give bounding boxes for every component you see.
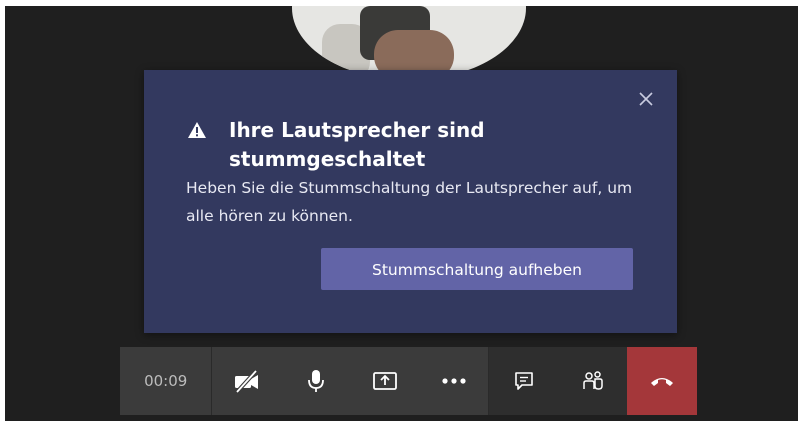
participants-button[interactable] xyxy=(558,347,627,415)
call-timer: 00:09 xyxy=(120,347,212,415)
participant-video xyxy=(292,6,526,80)
share-screen-icon xyxy=(371,369,399,393)
more-options-button[interactable] xyxy=(419,347,488,415)
dialog-title-line2: stummgeschaltet xyxy=(229,147,426,171)
hang-up-button[interactable] xyxy=(627,347,697,415)
side-controls xyxy=(488,347,628,415)
speaker-muted-dialog: Ihre Lautsprecher sind stummgeschaltet H… xyxy=(144,70,677,333)
microphone-button[interactable] xyxy=(281,347,350,415)
participants-icon xyxy=(581,369,605,393)
dialog-message: Heben Sie die Stummschaltung der Lautspr… xyxy=(186,179,633,225)
camera-off-icon xyxy=(232,368,262,394)
dialog-title-line1: Ihre Lautsprecher sind xyxy=(229,118,485,142)
share-screen-button[interactable] xyxy=(350,347,419,415)
dialog-title: Ihre Lautsprecher sind stummgeschaltet xyxy=(188,116,588,174)
call-controls: 00:09 xyxy=(120,347,697,415)
chat-button[interactable] xyxy=(489,347,558,415)
more-options-icon xyxy=(441,377,467,385)
microphone-icon xyxy=(305,368,327,394)
close-icon[interactable] xyxy=(637,90,655,108)
camera-toggle-button[interactable] xyxy=(212,347,281,415)
chat-icon xyxy=(513,370,535,392)
call-stage: Ihre Lautsprecher sind stummgeschaltet H… xyxy=(5,6,798,421)
hang-up-icon xyxy=(649,375,675,387)
unmute-speakers-button[interactable]: Stummschaltung aufheben xyxy=(321,248,633,290)
media-controls xyxy=(211,347,489,415)
